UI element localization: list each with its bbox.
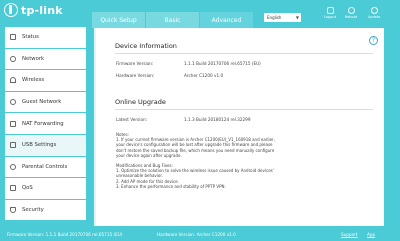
sidebar-item-qos[interactable]: QoS bbox=[5, 178, 86, 200]
support-link[interactable]: Support bbox=[341, 232, 358, 237]
sidebar-item-nat-forwarding[interactable]: NAT Forwarding bbox=[5, 113, 86, 135]
hardware-version-label: Hardware Version: bbox=[116, 73, 155, 78]
sidebar-item-label: Network bbox=[22, 55, 45, 62]
footer-hardware-version: Hardware Version: Archer C1200 v1.0 bbox=[157, 232, 236, 237]
reboot-label: Reboot bbox=[344, 15, 358, 19]
latest-version-value: 1.1.3 Build 20180124 rel.32299 bbox=[184, 117, 251, 122]
firmware-version-value: 1.1.1 Build 20170706 rel.65715 (EU) bbox=[184, 61, 261, 66]
tp-link-logo: tp-link bbox=[4, 3, 63, 17]
usb-icon bbox=[10, 142, 16, 149]
network-icon bbox=[10, 55, 16, 62]
app-link[interactable]: App bbox=[367, 232, 375, 237]
sidebar-item-status[interactable]: Status bbox=[5, 27, 86, 49]
device-information-title: Device Information bbox=[115, 42, 177, 50]
guest-network-icon bbox=[10, 99, 16, 106]
tab-quick-setup[interactable]: Quick Setup bbox=[92, 12, 145, 28]
sidebar-item-network[interactable]: Network bbox=[5, 48, 86, 71]
firmware-version-label: Firmware Version: bbox=[116, 61, 154, 66]
sidebar-item-security[interactable]: Security bbox=[5, 199, 86, 222]
divider bbox=[115, 53, 373, 54]
sidebar-item-usb-settings[interactable]: USB Settings bbox=[5, 134, 86, 157]
sidebar-item-label: Security bbox=[22, 207, 44, 214]
online-upgrade-title: Online Upgrade bbox=[115, 98, 166, 106]
firmware-upgrade-panel: ? Device Information Firmware Version: 1… bbox=[94, 28, 384, 226]
update-label: Update bbox=[367, 15, 381, 19]
mode-tabs: Quick Setup Basic Advanced bbox=[92, 12, 254, 28]
tab-advanced[interactable]: Advanced bbox=[200, 12, 253, 28]
release-notes: Notes: 1. If your current firmware versi… bbox=[116, 132, 371, 189]
divider bbox=[115, 109, 373, 110]
footer-firmware-version: Firmware Version: 1.1.1 Build 20170706 r… bbox=[7, 232, 123, 237]
tab-basic[interactable]: Basic bbox=[146, 12, 199, 28]
parental-controls-icon bbox=[10, 163, 16, 170]
language-select[interactable]: English bbox=[264, 13, 301, 22]
sidebar-item-label: Guest Network bbox=[22, 99, 62, 106]
reboot-icon bbox=[347, 7, 355, 14]
notes-line: 3. Enhance the performance and stability… bbox=[116, 183, 226, 189]
security-icon bbox=[10, 207, 16, 214]
top-header: tp-link Quick Setup Basic Advanced Engli… bbox=[0, 0, 400, 28]
reboot-button[interactable]: Reboot bbox=[341, 7, 361, 19]
brand-name: tp-link bbox=[21, 3, 63, 17]
latest-version-label: Latest Version: bbox=[116, 117, 148, 122]
logout-label: Logout bbox=[324, 15, 336, 19]
sidebar-item-label: Parental Controls bbox=[22, 163, 68, 170]
update-button[interactable]: Update bbox=[364, 7, 384, 19]
hardware-version-value: Archer C1200 v1.0 bbox=[184, 73, 224, 78]
nat-forwarding-icon bbox=[10, 120, 16, 127]
sidebar-item-wireless[interactable]: Wireless bbox=[5, 70, 86, 92]
sidebar-item-parental-controls[interactable]: Parental Controls bbox=[5, 156, 86, 179]
sidebar-item-label: USB Settings bbox=[22, 142, 57, 149]
sidebar-item-label: Wireless bbox=[22, 77, 45, 84]
tp-link-logo-icon bbox=[4, 3, 18, 17]
logout-button[interactable]: Logout bbox=[320, 7, 340, 19]
qos-icon bbox=[10, 185, 16, 192]
wireless-icon bbox=[10, 77, 16, 84]
status-icon bbox=[10, 34, 16, 41]
update-icon bbox=[370, 7, 378, 14]
sidebar-item-label: Status bbox=[22, 34, 39, 41]
sidebar-item-guest-network[interactable]: Guest Network bbox=[5, 91, 86, 114]
sidebar-nav: Status Network Wireless Guest Network NA… bbox=[5, 27, 86, 226]
logout-icon bbox=[326, 7, 334, 14]
footer-bar: Firmware Version: 1.1.1 Build 20170706 r… bbox=[0, 229, 400, 241]
sidebar-item-label: NAT Forwarding bbox=[22, 120, 64, 127]
help-icon[interactable]: ? bbox=[369, 36, 378, 45]
sidebar-item-label: QoS bbox=[22, 185, 33, 192]
